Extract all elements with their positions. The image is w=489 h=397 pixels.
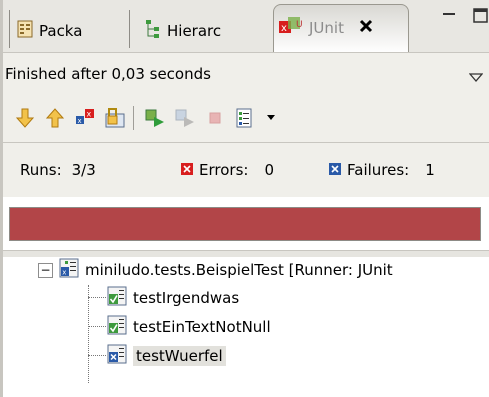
tab-label: JUnit: [309, 19, 344, 37]
tab-package-explorer[interactable]: Packa: [17, 14, 82, 48]
svg-text:x: x: [78, 117, 82, 125]
toolbar: x x: [3, 92, 489, 143]
next-failure-icon[interactable]: [13, 106, 37, 130]
show-failures-only-icon[interactable]: x x: [73, 106, 97, 130]
tree-root-label: miniludo.tests.BeispielTest [Runner: JUn…: [85, 261, 393, 279]
failure-icon: [329, 161, 341, 179]
status-bar: Finished after 0,03 seconds: [3, 52, 489, 93]
toolbar-separator: [133, 106, 134, 130]
tab-strip: Packa Hierarc x U JUnit: [3, 0, 489, 53]
runs-label: Runs:: [20, 161, 62, 179]
runs-counter: Runs: 3/3: [20, 161, 96, 179]
previous-failure-icon[interactable]: [43, 106, 67, 130]
tab-junit[interactable]: x U JUnit: [273, 4, 409, 53]
test-passed-icon: [107, 286, 127, 310]
close-tab-icon[interactable]: [359, 19, 373, 37]
stop-icon[interactable]: [203, 106, 227, 130]
svg-text:x: x: [87, 110, 92, 119]
test-label-selected: testWuerfel: [133, 346, 226, 366]
failures-label: Failures:: [347, 161, 410, 179]
tree-connector: [88, 285, 89, 383]
tab-label: Hierarc: [167, 22, 222, 40]
tab-hierarchy[interactable]: Hierarc: [145, 14, 221, 48]
runs-value: 3/3: [71, 161, 96, 179]
tree-connector: [88, 297, 106, 298]
failures-value: 1: [425, 161, 435, 179]
test-label: testIrgendwas: [133, 289, 240, 307]
view-menu-icon[interactable]: [468, 69, 484, 87]
tree-connector: [88, 355, 106, 356]
tree-connector: [88, 326, 106, 327]
test-suite-icon: x: [59, 258, 79, 282]
type-hierarchy-icon: [145, 19, 161, 43]
history-dropdown-icon[interactable]: [259, 106, 283, 130]
junit-view: Packa Hierarc x U JUnit Finished after 0…: [0, 0, 489, 397]
tree-root-row[interactable]: − x miniludo.tests.BeispielTest [Runner:…: [38, 257, 393, 283]
scroll-lock-icon[interactable]: [103, 106, 127, 130]
rerun-test-icon[interactable]: [143, 106, 167, 130]
package-explorer-icon: [17, 20, 33, 42]
tree-item-testIrgendwas[interactable]: testIrgendwas: [107, 285, 239, 311]
progress-bar: [9, 207, 481, 241]
minimize-icon[interactable]: [441, 8, 459, 28]
tree-item-testWuerfel[interactable]: testWuerfel: [107, 343, 226, 369]
progress-fill: [10, 208, 480, 240]
test-label: testEinTextNotNull: [133, 318, 271, 336]
test-tree: − x miniludo.tests.BeispielTest [Runner:…: [3, 257, 489, 397]
errors-value: 0: [264, 161, 274, 179]
tab-separator: [129, 10, 130, 48]
collapse-toggle-icon[interactable]: −: [38, 262, 53, 278]
svg-text:U: U: [296, 20, 303, 30]
test-passed-icon: [107, 315, 127, 339]
status-text: Finished after 0,03 seconds: [5, 65, 211, 83]
counters-panel: Runs: 3/3 Errors: 0 Failures: 1: [3, 143, 489, 197]
svg-text:x: x: [281, 23, 287, 34]
test-failed-icon: [107, 344, 127, 368]
rerun-failed-first-icon[interactable]: [173, 106, 197, 130]
maximize-icon[interactable]: [473, 8, 489, 28]
junit-icon: x U: [278, 15, 304, 41]
test-run-history-icon[interactable]: [233, 106, 257, 130]
errors-label: Errors:: [199, 161, 249, 179]
errors-counter: Errors: 0: [181, 161, 274, 179]
tab-label: Packa: [39, 22, 83, 40]
window-controls: [441, 8, 489, 28]
tab-separator: [9, 10, 10, 48]
svg-text:x: x: [62, 269, 66, 277]
error-icon: [181, 161, 193, 179]
tree-item-testEinTextNotNull[interactable]: testEinTextNotNull: [107, 314, 271, 340]
failures-counter: Failures: 1: [329, 161, 435, 179]
